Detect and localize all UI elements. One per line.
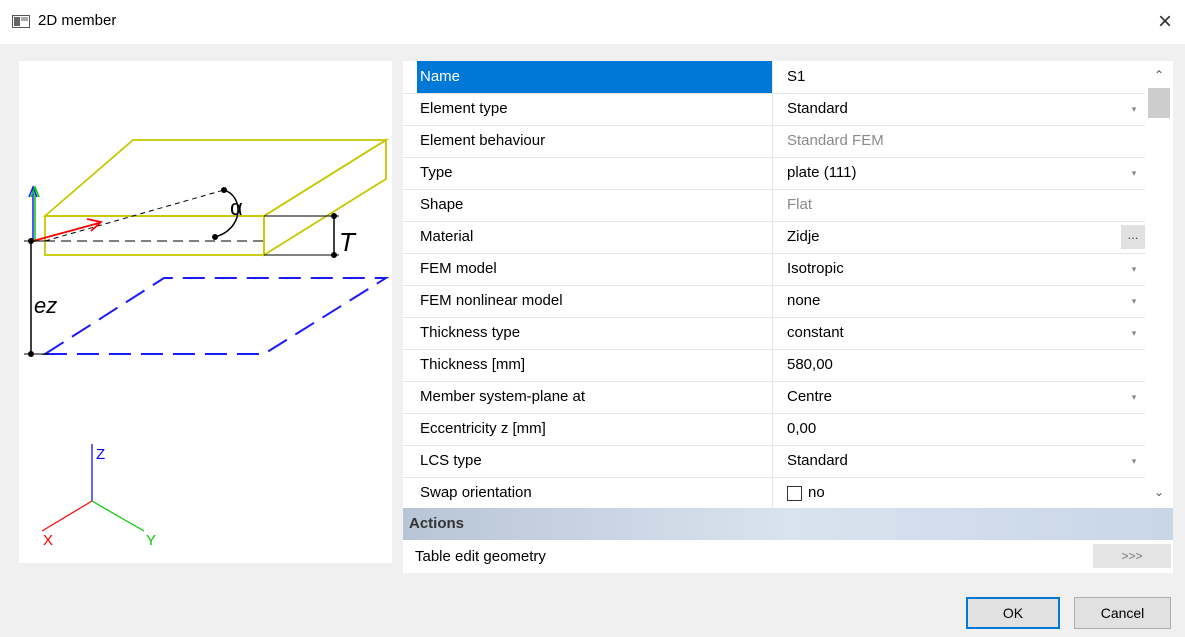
property-label: Material — [403, 221, 773, 253]
swap-orientation-checkbox[interactable]: no — [787, 477, 1117, 509]
thickness-field[interactable]: 580,00 — [787, 349, 1117, 381]
plate-diagram: α T ez Z X Y — [24, 138, 390, 549]
property-grid: Name S1 Element type Standard ▾ Element … — [403, 61, 1145, 512]
type-select[interactable]: plate (111) — [787, 157, 1117, 189]
swap-orientation-value: no — [808, 484, 825, 501]
y-axis — [91, 500, 145, 532]
z-axis-label: Z — [96, 446, 105, 463]
eccentricity-field[interactable]: 0,00 — [787, 413, 1117, 445]
actions-header: Actions — [403, 508, 1173, 540]
property-row-eccentricity[interactable]: Eccentricity z [mm] 0,00 — [403, 413, 1145, 446]
property-label: Swap orientation — [403, 477, 773, 509]
property-label: Member system-plane at — [403, 381, 773, 413]
alpha-label: α — [230, 195, 243, 220]
plate-top-face — [42, 139, 390, 217]
fem-model-select[interactable]: Isotropic — [787, 253, 1117, 285]
scroll-thumb[interactable] — [1148, 88, 1170, 118]
shape-value: Flat — [787, 196, 813, 213]
property-row-thickness-type[interactable]: Thickness type constant ▾ — [403, 317, 1145, 350]
chevron-down-icon[interactable]: ▾ — [1128, 285, 1140, 317]
actions-title: Actions — [409, 515, 465, 532]
cancel-button[interactable]: Cancel — [1074, 597, 1171, 629]
x-axis — [41, 500, 93, 532]
property-row-element-type[interactable]: Element type Standard ▾ — [403, 93, 1145, 126]
plate-front-face — [44, 215, 265, 256]
property-label: LCS type — [403, 445, 773, 477]
element-behaviour-value: Standard FEM — [787, 132, 884, 149]
system-plane-select[interactable]: Centre — [787, 381, 1117, 413]
property-row-fem-model[interactable]: FEM model Isotropic ▾ — [403, 253, 1145, 286]
material-select[interactable]: Zidje — [787, 221, 1117, 253]
window-title: 2D member — [38, 12, 117, 29]
property-label: Thickness [mm] — [403, 349, 773, 381]
lcs-type-select[interactable]: Standard — [787, 445, 1117, 477]
property-label: Element type — [403, 93, 773, 125]
property-label: Element behaviour — [403, 125, 773, 157]
chevron-down-icon[interactable]: ▾ — [1128, 381, 1140, 413]
thickness-label: T — [339, 227, 357, 257]
title-bar: 2D member × — [0, 0, 1185, 44]
property-label: Type — [403, 157, 773, 189]
plate-side-face — [263, 138, 387, 257]
close-button[interactable]: × — [1152, 9, 1178, 35]
scroll-down-icon[interactable]: ⌄ — [1149, 483, 1169, 501]
element-type-select[interactable]: Standard — [787, 93, 1117, 125]
eccentricity-label: ez — [34, 293, 57, 318]
thickness-type-select[interactable]: constant — [787, 317, 1117, 349]
ok-button[interactable]: OK — [966, 597, 1060, 629]
chevron-down-icon[interactable]: ▾ — [1128, 445, 1140, 477]
chevron-down-icon[interactable]: ▾ — [1128, 317, 1140, 349]
chevron-down-icon[interactable]: ▾ — [1128, 253, 1140, 285]
window-icon — [12, 15, 30, 28]
property-row-shape: Shape Flat — [403, 189, 1145, 222]
scroll-up-icon[interactable]: ⌃ — [1149, 66, 1169, 84]
property-label: Shape — [403, 189, 773, 221]
system-plane — [41, 277, 390, 355]
property-row-lcs-type[interactable]: LCS type Standard ▾ — [403, 445, 1145, 478]
fem-nonlinear-model-select[interactable]: none — [787, 285, 1117, 317]
property-row-name[interactable]: Name S1 — [403, 61, 1145, 94]
property-row-thickness[interactable]: Thickness [mm] 580,00 — [403, 349, 1145, 382]
property-row-system-plane[interactable]: Member system-plane at Centre ▾ — [403, 381, 1145, 414]
property-row-material[interactable]: Material Zidje ▾ ... — [403, 221, 1145, 254]
property-label: Name — [417, 61, 773, 93]
actions-row-table-edit[interactable]: Table edit geometry >>> — [403, 540, 1173, 573]
property-label: Thickness type — [403, 317, 773, 349]
table-edit-geometry-label: Table edit geometry — [415, 548, 546, 565]
chevron-down-icon[interactable]: ▾ — [1128, 157, 1140, 189]
property-label: Eccentricity z [mm] — [403, 413, 773, 445]
property-row-swap-orientation[interactable]: Swap orientation no — [403, 477, 1145, 510]
name-field[interactable]: S1 — [787, 61, 1117, 93]
property-row-element-behaviour: Element behaviour Standard FEM — [403, 125, 1145, 158]
checkbox-icon[interactable] — [787, 485, 802, 501]
property-row-type[interactable]: Type plate (111) ▾ — [403, 157, 1145, 190]
member-preview-panel: α T ez Z X Y — [19, 61, 392, 563]
table-edit-geometry-button[interactable]: >>> — [1093, 544, 1171, 568]
property-label: FEM nonlinear model — [403, 285, 773, 317]
chevron-down-icon[interactable]: ▾ — [1128, 93, 1140, 125]
material-browse-button[interactable]: ... — [1121, 225, 1145, 249]
x-axis-label: X — [43, 532, 53, 549]
property-row-fem-nonlinear-model[interactable]: FEM nonlinear model none ▾ — [403, 285, 1145, 318]
property-grid-scrollbar[interactable]: ⌃ ⌄ — [1145, 61, 1173, 512]
y-axis-label: Y — [146, 532, 156, 549]
property-label: FEM model — [403, 253, 773, 285]
